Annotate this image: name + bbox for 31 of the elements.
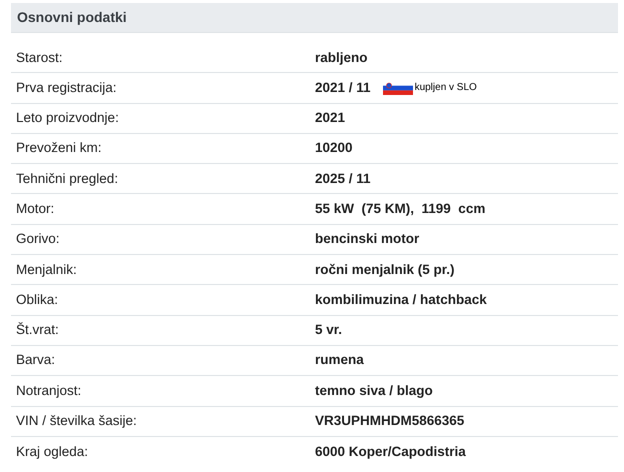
flag-icon: [382, 80, 413, 95]
field-value: 6000 Koper/Capodistria: [315, 442, 466, 461]
field-value: kombilimuzina / hatchback: [315, 290, 487, 309]
field-value: rumena: [315, 351, 364, 370]
field-label: Starost:: [15, 48, 64, 67]
field-value: 2021 / 11: [315, 78, 371, 97]
section-title: Osnovni podatki: [17, 8, 127, 27]
field-value: 5 vr.: [315, 321, 342, 340]
field-label: Kraj ogleda:: [15, 442, 90, 461]
purchase-note: kupljen v SLO: [414, 81, 477, 96]
field-label: Gorivo:: [15, 230, 61, 248]
field-value: 10200: [315, 139, 353, 158]
field-label: Prevoženi km:: [15, 139, 103, 158]
field-value: temno siva / blago: [315, 382, 433, 400]
field-label: Leto proizvodnje:: [15, 109, 120, 128]
field-value: 55 kW (75 KM), 1199 ccm: [315, 200, 486, 218]
field-value: ročni menjalnik (5 pr.): [315, 260, 455, 279]
field-value: VR3UPHMHDM5866365: [315, 412, 464, 430]
field-label: Prva registracija:: [15, 78, 118, 97]
field-label: Barva:: [15, 351, 56, 370]
field-label: Oblika:: [15, 290, 60, 309]
field-label: Motor:: [15, 200, 56, 218]
field-value: bencinski motor: [315, 230, 420, 248]
field-value: 2025 / 11: [315, 170, 371, 188]
field-label: Menjalnik:: [15, 260, 78, 279]
field-label: Tehnični pregled:: [15, 170, 120, 188]
field-value: rabljeno: [315, 48, 368, 67]
field-value: 2021: [315, 109, 346, 128]
field-label: Št.vrat:: [15, 321, 60, 340]
field-label: Notranjost:: [15, 382, 82, 400]
field-label: VIN / številka šasije:: [15, 412, 138, 430]
